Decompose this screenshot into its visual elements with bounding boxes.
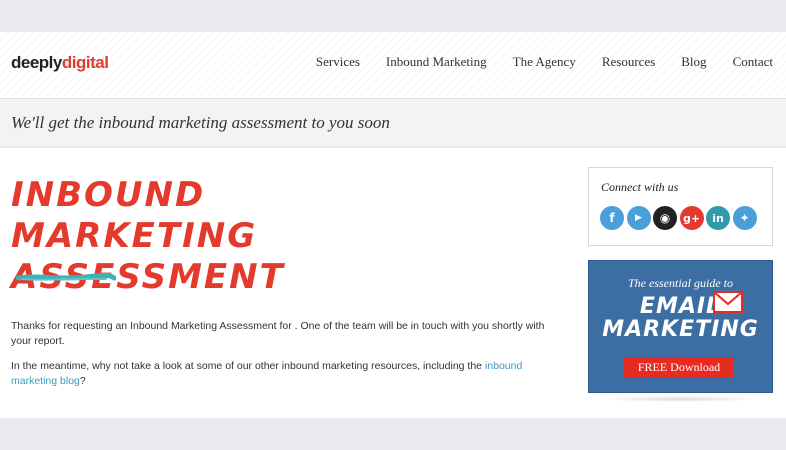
nav-services[interactable]: Services (316, 54, 360, 70)
promo-shadow (598, 396, 763, 402)
rss-icon[interactable]: ◉ (653, 206, 677, 230)
banner-text: We'll get the inbound marketing assessme… (11, 113, 390, 132)
logo[interactable]: deeplydigital (11, 53, 109, 73)
thanks-paragraph: Thanks for requesting an Inbound Marketi… (11, 320, 545, 347)
nav-inbound-marketing[interactable]: Inbound Marketing (386, 54, 487, 70)
nav-contact[interactable]: Contact (733, 54, 773, 70)
main-nav: Services Inbound Marketing The Agency Re… (290, 54, 773, 70)
social-icons: f ▶ ◉ g+ in ✦ (600, 206, 759, 230)
promo-line-marketing: MARKETING (602, 317, 759, 342)
linkedin-icon[interactable]: in (706, 206, 730, 230)
envelope-icon (713, 291, 743, 313)
brush-stroke-divider (16, 273, 116, 281)
promo-line-email: EMAIL (639, 294, 722, 319)
nav-resources[interactable]: Resources (602, 54, 655, 70)
google-plus-icon[interactable]: g+ (679, 206, 704, 230)
site-header: deeplydigital Services Inbound Marketing… (0, 32, 786, 99)
main-content: INBOUND MARKETING ASSESSMENT Thanks for … (0, 148, 786, 418)
resources-text-end: ? (79, 375, 86, 387)
nav-the-agency[interactable]: The Agency (513, 54, 576, 70)
promo-subtitle: The essential guide to (628, 276, 733, 290)
email-marketing-promo[interactable]: The essential guide to EMAIL MARKETING F… (588, 260, 773, 393)
page-title-line1: INBOUND MARKETING (11, 175, 258, 256)
banner: We'll get the inbound marketing assessme… (0, 99, 786, 147)
twitter-icon[interactable]: ✦ (732, 206, 757, 230)
resources-paragraph: In the meantime, why not take a look at … (11, 359, 561, 389)
logo-part-digital: digital (61, 53, 109, 72)
logo-part-deeply: deeply (11, 53, 62, 72)
connect-widget: Connect with us f ▶ ◉ g+ in ✦ (588, 167, 773, 246)
nav-blog[interactable]: Blog (681, 54, 706, 70)
youtube-icon[interactable]: ▶ (626, 206, 651, 230)
facebook-icon[interactable]: f (600, 206, 624, 230)
free-download-button[interactable]: FREE Download (624, 357, 734, 378)
resources-text: In the meantime, why not take a look at … (11, 360, 485, 372)
connect-title: Connect with us (601, 180, 679, 194)
